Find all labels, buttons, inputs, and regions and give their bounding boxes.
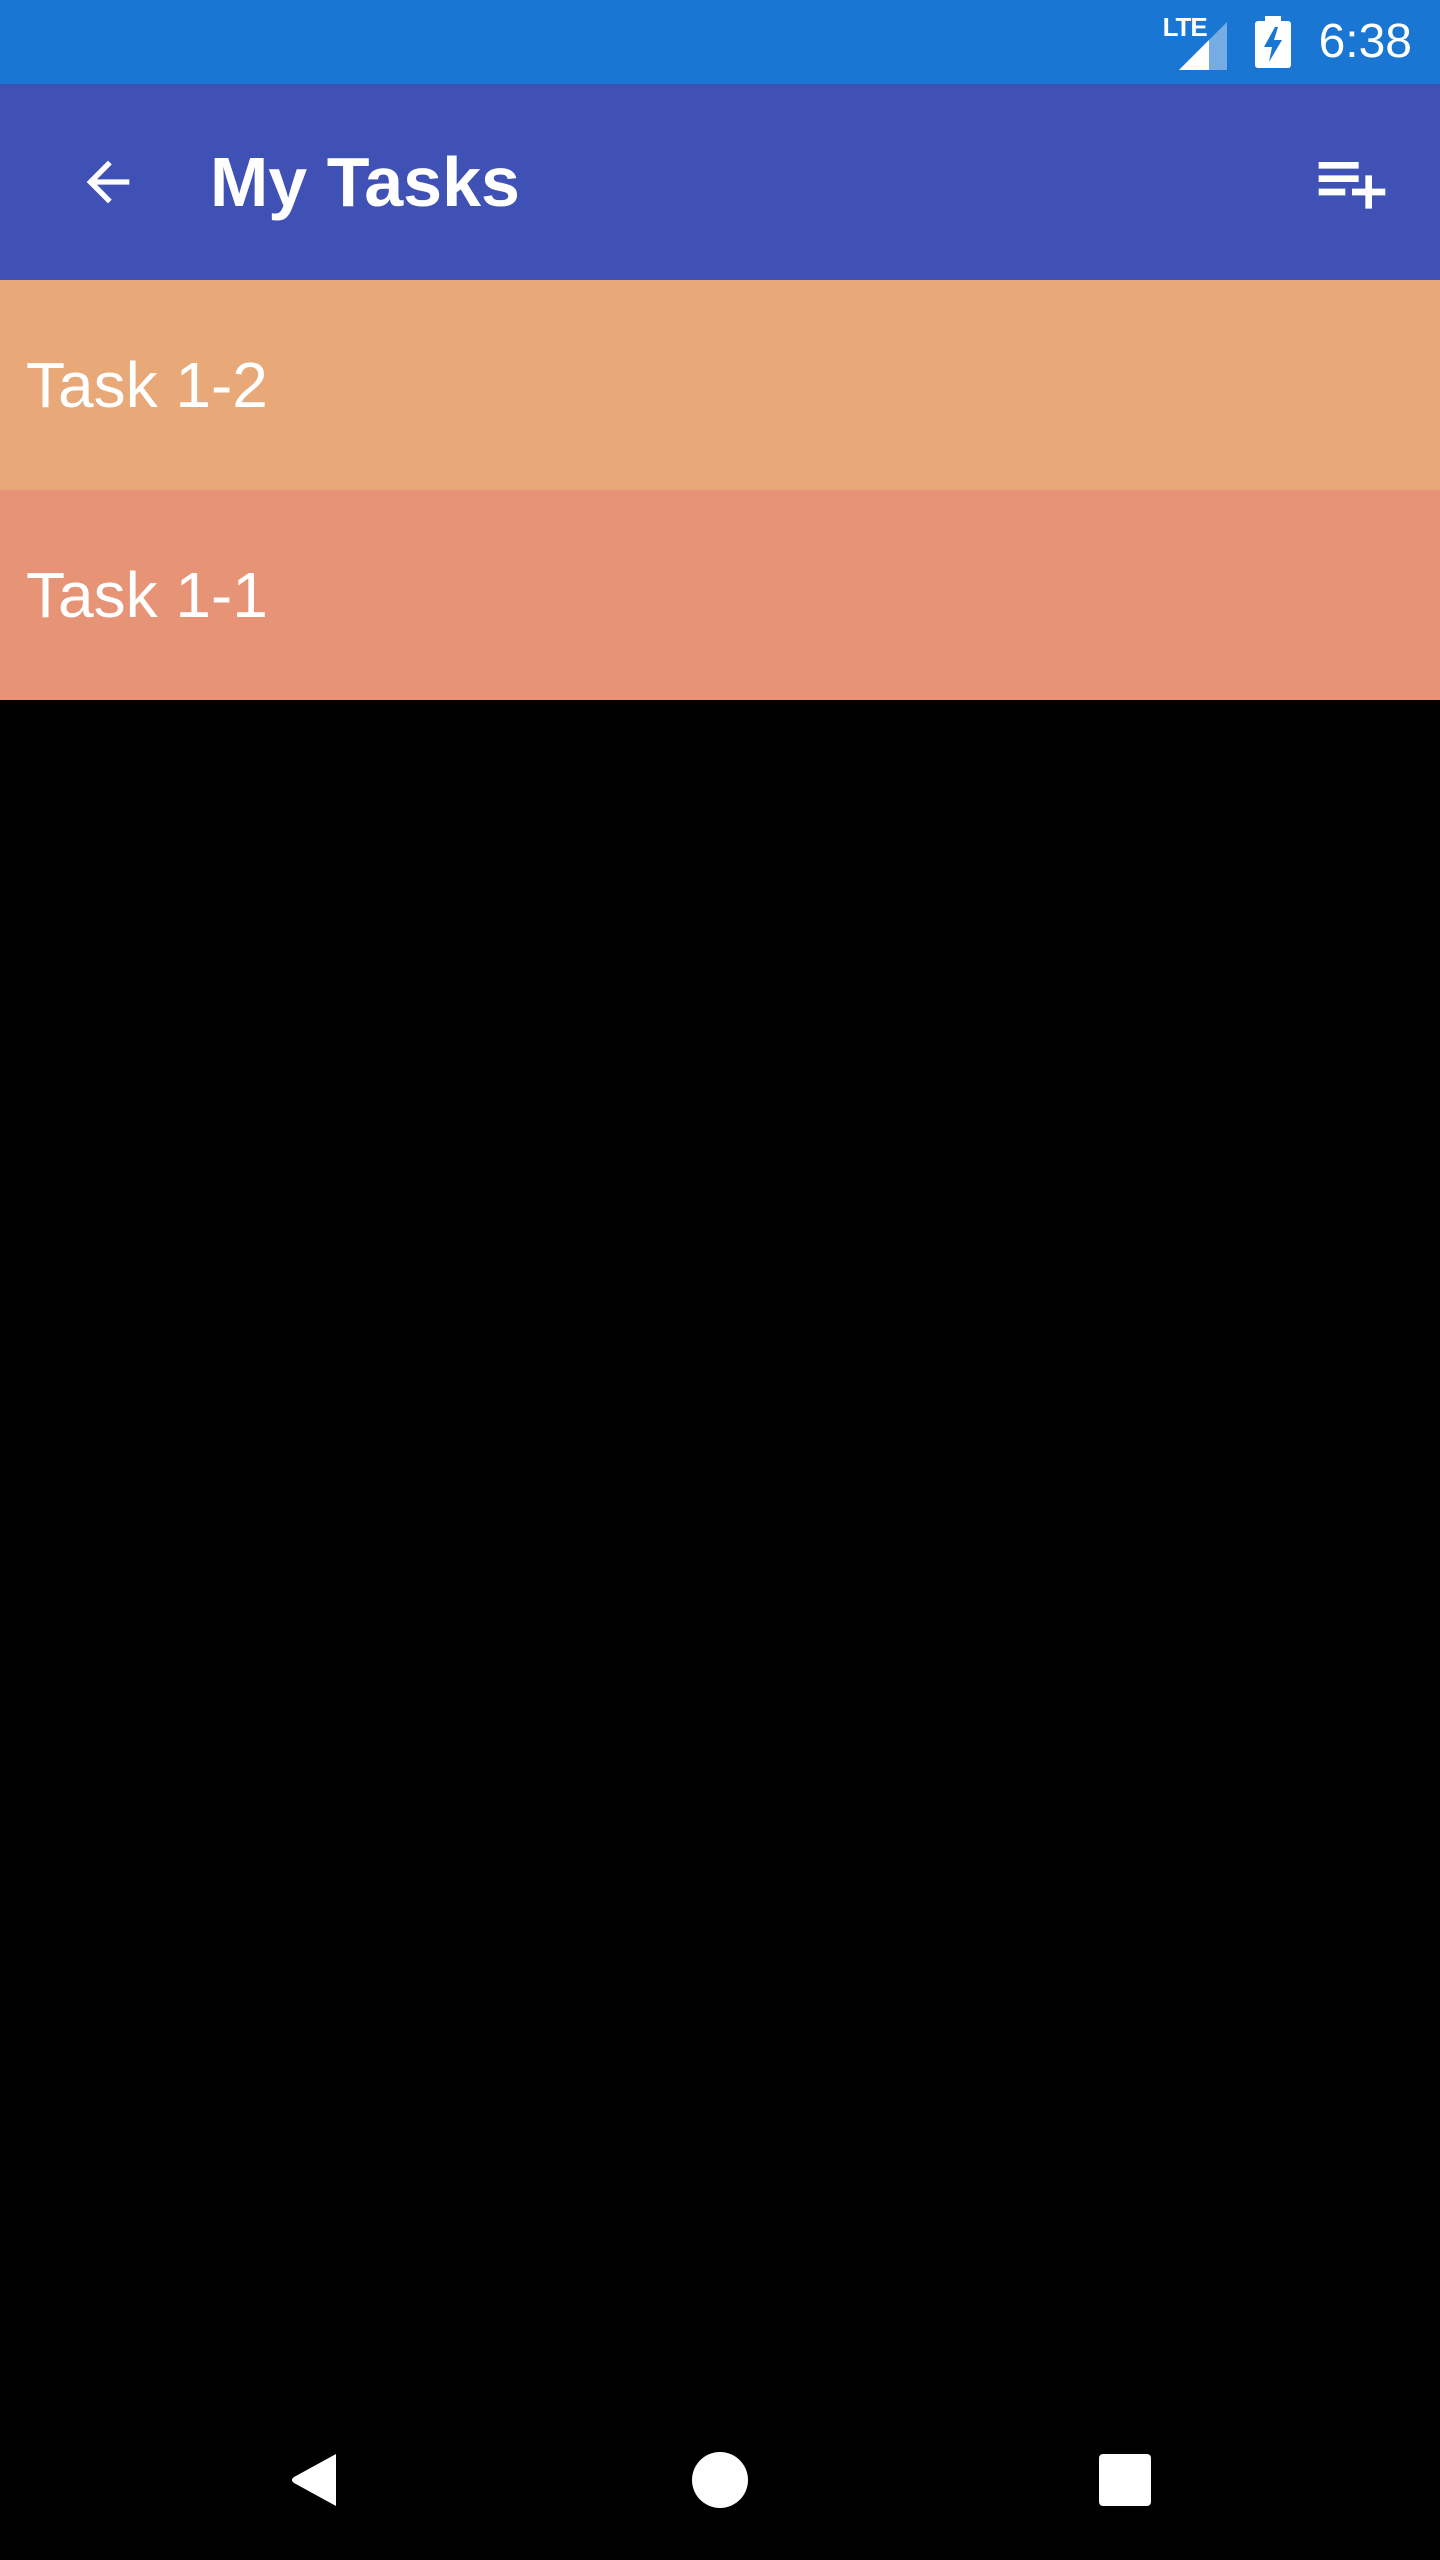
nav-back-icon [292,2454,336,2506]
task-list: Task 1-2 Task 1-1 [0,280,1440,700]
battery-charging-icon [1254,16,1291,68]
status-icons: LTE 6:38 [1163,0,1412,84]
navigation-bar [0,2400,1440,2560]
page-title: My Tasks [210,143,520,221]
arrow-back-icon [86,160,130,204]
nav-recents-icon [1099,2454,1151,2506]
task-label: Task 1-1 [26,559,268,631]
nav-home-icon [692,2452,748,2508]
signal-icon [1178,22,1227,70]
back-button[interactable] [48,122,168,242]
nav-back-button[interactable] [256,2420,376,2540]
task-item[interactable]: Task 1-2 [0,280,1440,490]
add-task-button[interactable] [1292,122,1412,242]
task-label: Task 1-2 [26,349,268,421]
playlist-add-icon [1318,162,1386,209]
status-bar: LTE 6:38 [0,0,1440,84]
status-time: 6:38 [1318,15,1412,68]
nav-recents-button[interactable] [1065,2420,1185,2540]
network-indicator: LTE [1163,14,1227,70]
task-item[interactable]: Task 1-1 [0,490,1440,700]
app-bar: My Tasks [0,84,1440,280]
nav-home-button[interactable] [660,2420,780,2540]
